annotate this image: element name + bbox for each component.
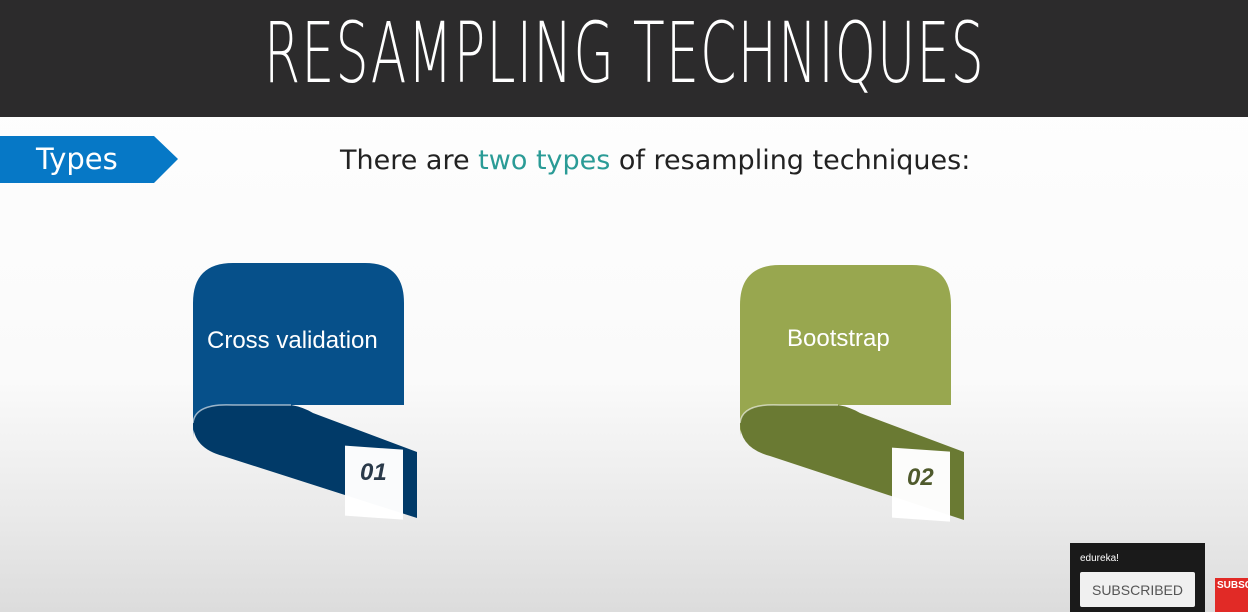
slide-title: RESAMPLING TECHNIQUES: [263, 3, 985, 102]
subtitle-highlight: two types: [478, 145, 611, 176]
card-cross-validation: Cross validation 01: [192, 263, 418, 521]
subscribed-button[interactable]: SUBSCRIBED: [1080, 572, 1195, 607]
types-label: Types: [36, 142, 118, 176]
card-label-01: Cross validation: [207, 327, 378, 354]
subtitle: There are two types of resampling techni…: [340, 145, 970, 176]
subscribe-overlay: edureka! SUBSCRIBED: [1070, 543, 1205, 612]
card-number-01: 01: [360, 459, 387, 486]
subtitle-end: of resampling techniques:: [610, 145, 971, 176]
card-label-02: Bootstrap: [787, 325, 890, 352]
subtitle-start: There are: [340, 145, 479, 176]
card-number-02: 02: [907, 464, 934, 491]
title-bar: RESAMPLING TECHNIQUES: [0, 0, 1248, 117]
channel-name: edureka!: [1080, 553, 1119, 564]
types-tag: Types: [0, 136, 178, 183]
card-bootstrap: Bootstrap 02: [739, 265, 965, 523]
subscribe-logo[interactable]: SUBSCRIBE: [1215, 578, 1248, 612]
